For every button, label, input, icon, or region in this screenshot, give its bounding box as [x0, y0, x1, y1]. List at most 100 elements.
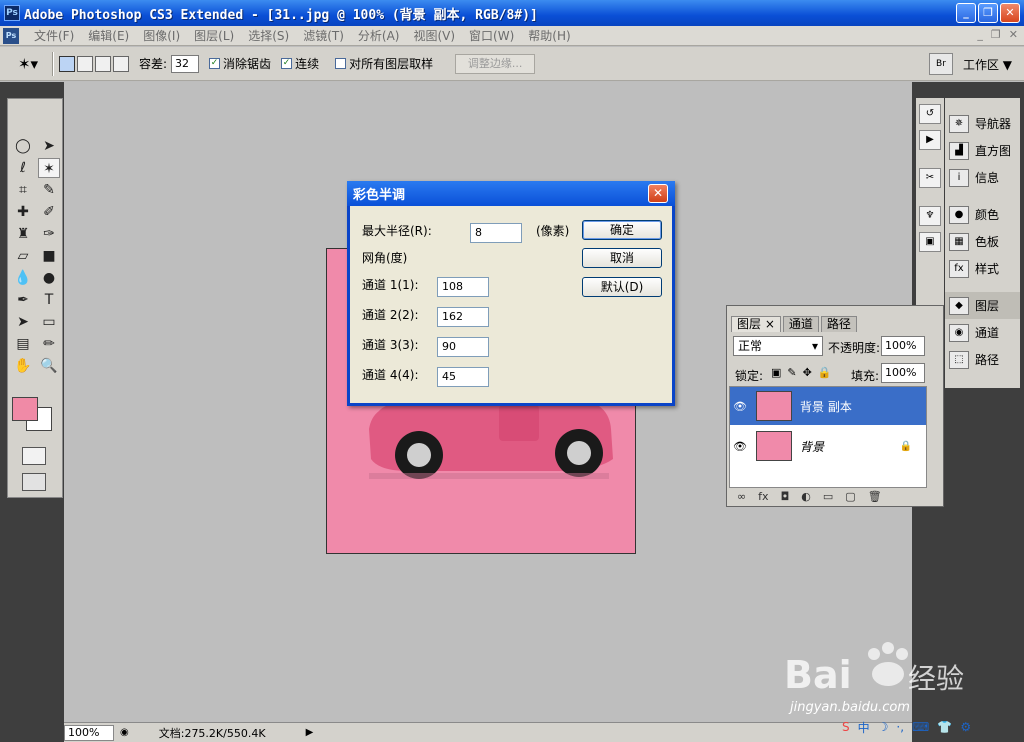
doc-restore-button[interactable]: ❐ — [991, 28, 1001, 41]
menu-filter[interactable]: 滤镜(T) — [296, 27, 351, 44]
refine-edge-button[interactable]: 调整边缘... — [455, 53, 536, 74]
eraser-icon[interactable]: ▱ — [12, 246, 34, 266]
subtract-selection-button[interactable] — [95, 55, 111, 72]
navigator-panel-item[interactable]: ✵ 导航器 — [945, 110, 1020, 137]
zoom-icon[interactable]: 🔍 — [38, 356, 60, 376]
layer-row[interactable]: 👁 背景 副本 — [730, 387, 926, 425]
photoshop-app-icon[interactable]: Ps — [4, 5, 20, 21]
brush-icon[interactable]: ✐ — [38, 202, 60, 222]
ok-button[interactable]: 确定 — [582, 220, 662, 240]
restore-button[interactable]: ❐ — [978, 3, 998, 23]
channel-4-input[interactable]: 45 — [437, 367, 489, 387]
info-panel-item[interactable]: i 信息 — [945, 164, 1020, 191]
close-button[interactable]: ✕ — [1000, 3, 1020, 23]
swatches-panel-item[interactable]: ▦ 色板 — [945, 228, 1020, 255]
ps-logo-icon[interactable]: Ps — [3, 27, 19, 44]
elliptical-marquee-icon[interactable]: ◯ — [12, 136, 34, 156]
color-panel-item[interactable]: ● 颜色 — [945, 201, 1020, 228]
dodge-icon[interactable]: ● — [38, 268, 60, 288]
contiguous-checkbox[interactable]: ✓ 连续 — [281, 55, 319, 72]
dialog-close-button[interactable]: ✕ — [648, 184, 668, 203]
menu-edit[interactable]: 编辑(E) — [81, 27, 136, 44]
menu-view[interactable]: 视图(V) — [406, 27, 462, 44]
intersect-selection-button[interactable] — [113, 55, 129, 72]
blur-icon[interactable]: 💧 — [12, 268, 34, 288]
menu-analysis[interactable]: 分析(A) — [351, 27, 407, 44]
status-menu-arrow-icon[interactable]: ▶ — [306, 727, 314, 738]
menu-file[interactable]: 文件(F) — [27, 27, 81, 44]
foreground-color-swatch[interactable] — [12, 397, 38, 421]
sogou-icon[interactable]: S — [842, 720, 850, 734]
workspace-menu[interactable]: 工作区 ▼ — [963, 56, 1012, 73]
screen-mode-icon[interactable] — [22, 473, 46, 491]
new-group-icon[interactable]: ▭ — [823, 490, 833, 503]
menu-select[interactable]: 选择(S) — [241, 27, 296, 44]
rectangle-shape-icon[interactable]: ▭ — [38, 312, 60, 332]
channels-panel-item[interactable]: ◉ 通道 — [945, 319, 1020, 346]
slice-icon[interactable]: ✎ — [38, 180, 60, 200]
menu-window[interactable]: 窗口(W) — [462, 27, 521, 44]
path-selection-icon[interactable]: ➤ — [12, 312, 34, 332]
layer-style-icon[interactable]: fx — [758, 490, 768, 503]
eye-icon[interactable]: 👁 — [730, 400, 750, 413]
channel-3-input[interactable]: 90 — [437, 337, 489, 357]
clone-stamp-icon[interactable]: ♜ — [12, 224, 34, 244]
tools-icon[interactable]: ⚙ — [960, 720, 971, 734]
tolerance-input[interactable]: 32 — [171, 54, 200, 73]
title-bar[interactable]: Ps Adobe Photoshop CS3 Extended - [31..j… — [0, 0, 1024, 26]
layer-row[interactable]: 👁 背景 🔒 — [730, 427, 926, 465]
moon-icon[interactable]: ☽ — [878, 720, 889, 734]
menu-layer[interactable]: 图层(L) — [187, 27, 241, 44]
blend-mode-select[interactable]: 正常 ▾ — [733, 336, 823, 356]
adjustment-layer-icon[interactable]: ◐ — [801, 490, 811, 503]
menu-image[interactable]: 图像(I) — [136, 27, 187, 44]
layer-mask-icon[interactable]: ◘ — [781, 490, 790, 503]
status-icon[interactable]: ◉ — [120, 727, 129, 738]
skin-icon[interactable]: 👕 — [937, 720, 952, 734]
history-panel-icon[interactable]: ↺ — [919, 104, 941, 124]
eyedropper-icon[interactable]: ✏ — [38, 334, 60, 354]
zoom-level-input[interactable]: 100% — [64, 724, 114, 741]
new-layer-icon[interactable]: ▢ — [845, 490, 855, 503]
default-button[interactable]: 默认(D) — [582, 277, 662, 297]
doc-close-button[interactable]: ✕ — [1009, 28, 1018, 41]
bridge-icon[interactable]: Br — [928, 53, 953, 75]
max-radius-input[interactable]: 8 — [470, 223, 522, 243]
styles-panel-item[interactable]: fx 样式 — [945, 255, 1020, 282]
doc-minimize-button[interactable]: _ — [977, 28, 983, 41]
move-tool-icon[interactable]: ➤ — [38, 136, 60, 156]
dialog-title-bar[interactable]: 彩色半调 — [347, 181, 675, 206]
healing-brush-icon[interactable]: ✚ — [12, 202, 34, 222]
magic-wand-icon[interactable]: ✶▾ — [10, 51, 46, 77]
channel-1-input[interactable]: 108 — [437, 277, 489, 297]
fill-input[interactable]: 100% — [881, 363, 925, 383]
tool-presets-icon[interactable]: ✂ — [919, 168, 941, 188]
tab-channels[interactable]: 通道 — [782, 316, 819, 332]
cancel-button[interactable]: 取消 — [582, 248, 662, 268]
crop-icon[interactable]: ⌗ — [12, 180, 34, 200]
hand-icon[interactable]: ✋ — [12, 356, 34, 376]
add-selection-button[interactable] — [77, 55, 93, 72]
notes-icon[interactable]: ▤ — [12, 334, 34, 354]
type-icon[interactable]: T — [38, 290, 60, 310]
opacity-input[interactable]: 100% — [881, 336, 925, 356]
brushes-panel-icon[interactable]: ♆ — [919, 206, 941, 226]
link-layers-icon[interactable]: ∞ — [737, 490, 746, 503]
new-selection-button[interactable] — [59, 55, 75, 72]
lasso-icon[interactable]: ℓ — [12, 158, 34, 178]
antialias-checkbox[interactable]: ✓ 消除锯齿 — [209, 55, 271, 72]
keyboard-icon[interactable]: ⌨ — [912, 720, 929, 734]
gradient-icon[interactable]: ■ — [38, 246, 60, 266]
punctuation-icon[interactable]: ·, — [896, 720, 904, 734]
trash-icon[interactable]: 🗑 — [868, 490, 882, 503]
ime-chinese-icon[interactable]: 中 — [858, 719, 870, 736]
magic-wand-tool-icon[interactable]: ✶ — [38, 158, 60, 178]
tab-paths[interactable]: 路径 — [820, 316, 857, 332]
menu-help[interactable]: 帮助(H) — [521, 27, 577, 44]
clone-source-icon[interactable]: ▣ — [919, 232, 941, 252]
minimize-button[interactable]: _ — [956, 3, 976, 23]
layers-panel-item[interactable]: ◆ 图层 — [945, 292, 1020, 319]
eye-icon[interactable]: 👁 — [730, 440, 750, 453]
actions-panel-icon[interactable]: ▶ — [919, 130, 941, 150]
tab-layers[interactable]: 图层 × — [731, 316, 781, 332]
